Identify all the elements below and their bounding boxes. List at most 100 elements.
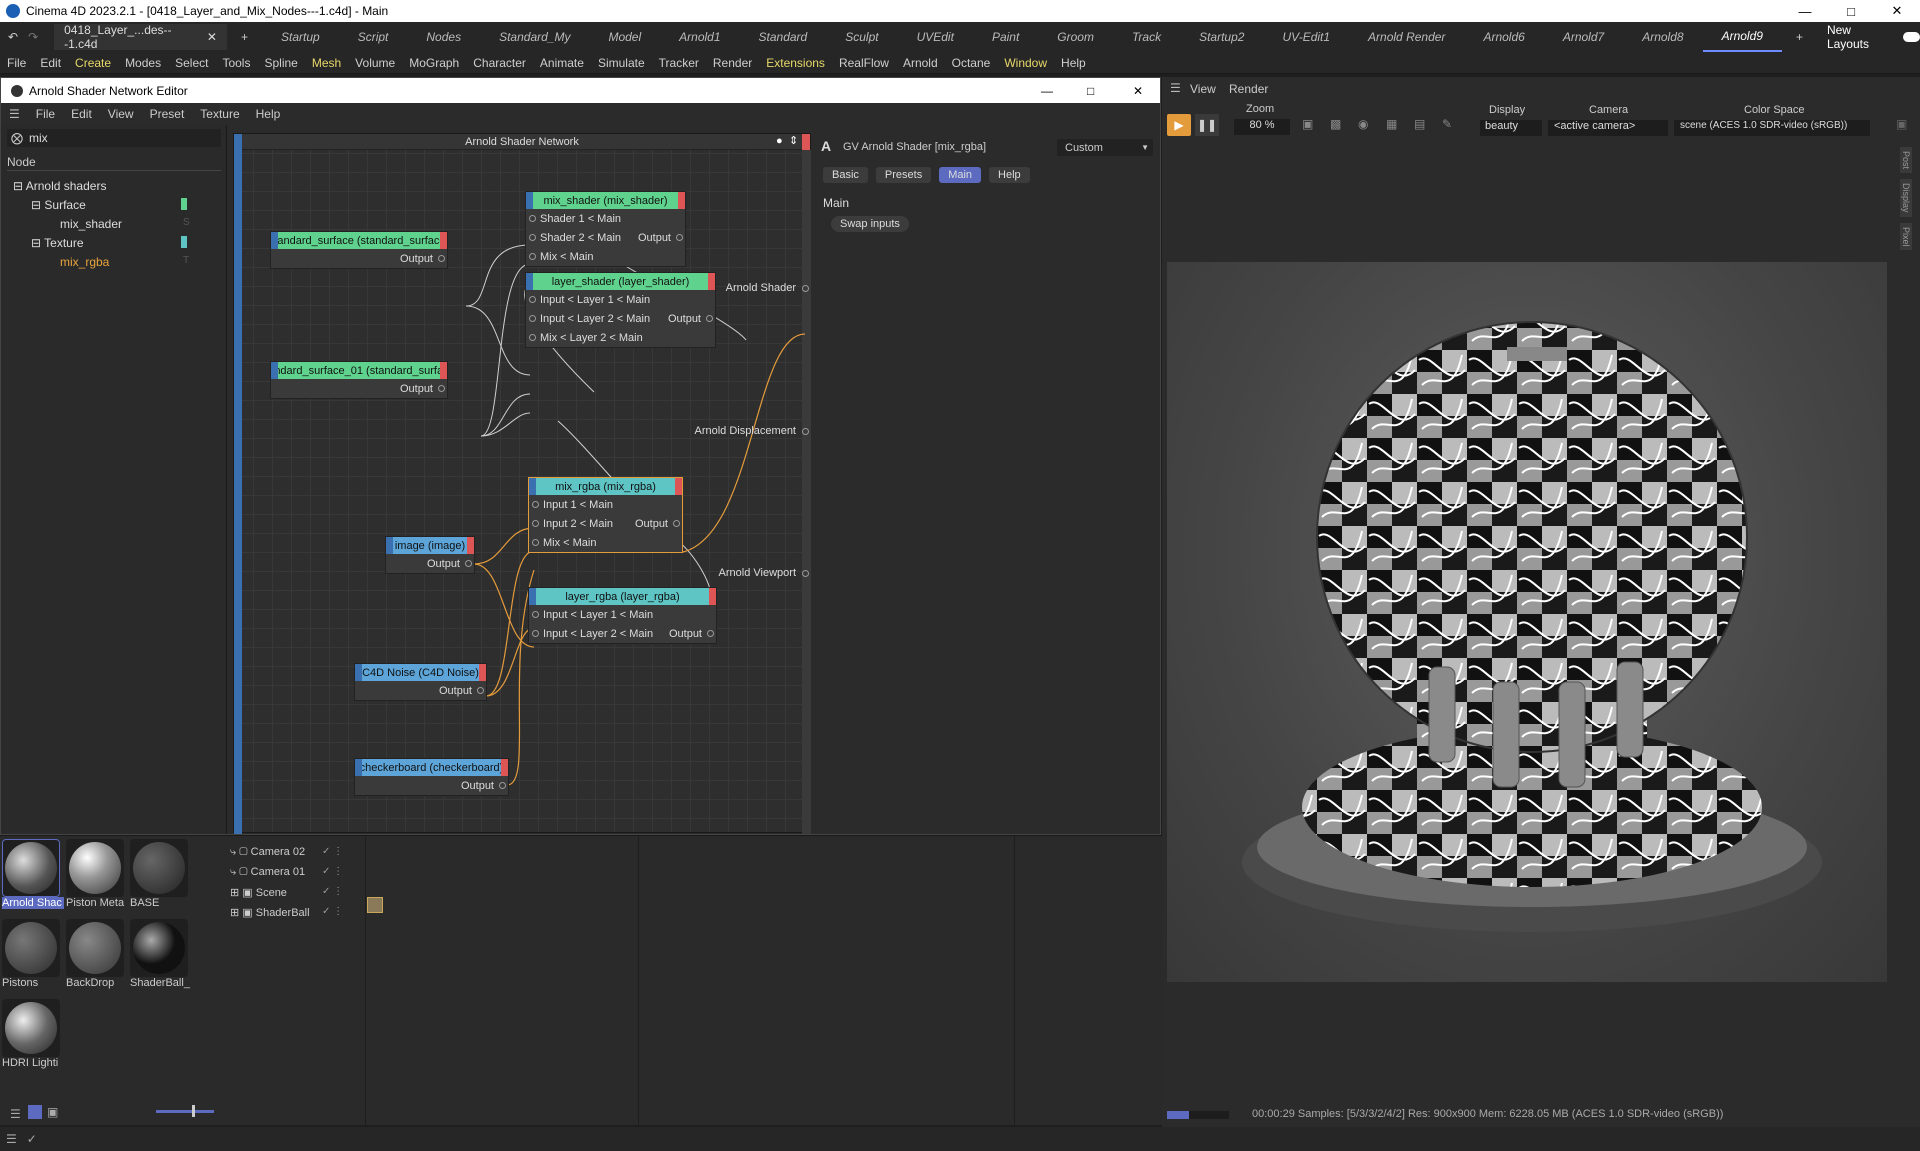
large-view-icon[interactable]: ▣ (47, 1105, 58, 1119)
node-title[interactable]: layer_rgba (layer_rgba) (529, 588, 716, 605)
output-port[interactable] (802, 285, 809, 292)
tree-item-mix-rgba[interactable]: mix_rgba (60, 255, 109, 269)
node-title[interactable]: layer_shader (layer_shader) (526, 273, 715, 290)
props-tab-presets[interactable]: Presets (875, 167, 932, 183)
layout-tab[interactable]: Standard (740, 22, 827, 52)
output-socket[interactable] (707, 630, 714, 637)
layout-tab[interactable]: Groom (1038, 22, 1113, 52)
layout-tab[interactable]: Standard_My (480, 22, 589, 52)
port-socket[interactable] (532, 520, 539, 527)
output-port-row[interactable]: Output (386, 554, 474, 573)
port-socket[interactable] (532, 611, 539, 618)
layout-tab[interactable]: Startup (262, 22, 339, 52)
status-check-icon[interactable]: ✓ (27, 1132, 37, 1146)
output-socket[interactable] (706, 315, 713, 322)
node-graph-canvas[interactable]: Arnold Shader Network ● ⇕ standard_surfa… (233, 133, 811, 834)
menu-help[interactable]: Help (1054, 56, 1093, 70)
node-layer-rgba[interactable]: layer_rgba (layer_rgba) Input < Layer 1 <… (528, 587, 717, 644)
visibility-icon[interactable]: ✓ ⋮ (322, 886, 343, 897)
input-port-row[interactable]: Input < Layer 2 < Main Output (526, 309, 715, 328)
material-thumbnail[interactable]: BackDrop (66, 919, 128, 989)
layout-toggle[interactable] (1902, 32, 1920, 42)
material-thumbnail[interactable]: Piston Meta (66, 839, 128, 909)
layout-tab[interactable]: Track (1113, 22, 1180, 52)
node-title[interactable]: C4D Noise (C4D Noise) (355, 664, 486, 681)
close-tab-icon[interactable]: ✕ (207, 30, 217, 44)
side-tab-pixel[interactable]: Pixel (1900, 222, 1912, 251)
menu-animate[interactable]: Animate (533, 56, 591, 70)
input-port-row[interactable]: Mix < Layer 2 < Main (526, 328, 715, 347)
port-socket[interactable] (532, 630, 539, 637)
menu-character[interactable]: Character (466, 56, 533, 70)
output-port[interactable] (802, 570, 809, 577)
output-socket[interactable] (673, 520, 680, 527)
new-layouts-button[interactable]: New Layouts (1827, 23, 1893, 51)
snapshot-icon[interactable]: ▣ (1302, 117, 1313, 131)
menu-arnold[interactable]: Arnold (896, 56, 945, 70)
editor-menu-view[interactable]: View (100, 107, 142, 121)
zoom-field[interactable]: 80 % (1234, 119, 1290, 135)
slider-handle[interactable] (192, 1105, 195, 1117)
node-title[interactable]: standard_surface (standard_surface) (271, 232, 447, 249)
input-port-row[interactable]: Input < Layer 1 < Main (529, 605, 716, 624)
layout-tab[interactable]: UV-Edit1 (1263, 22, 1349, 52)
layout-tab[interactable]: Script (339, 22, 408, 52)
material-thumbnail[interactable]: BASE (130, 839, 192, 909)
layout-tab[interactable]: Sculpt (826, 22, 897, 52)
props-tab-help[interactable]: Help (989, 167, 1030, 183)
layout-tab[interactable]: Arnold8 (1623, 22, 1702, 52)
node-title[interactable]: mix_shader (mix_shader) (526, 192, 685, 209)
menu-tools[interactable]: Tools (215, 56, 257, 70)
camera-snapshot-icon[interactable]: ▣ (1896, 117, 1907, 131)
list-view-icon[interactable]: ☰ (10, 1107, 21, 1121)
node-ss01[interactable]: standard_surface_01 (standard_surface) Ou… (270, 361, 448, 399)
layout-tab[interactable]: Paint (973, 22, 1038, 52)
menu-view[interactable]: View (1190, 82, 1216, 96)
material-thumbnail[interactable]: HDRI Lighti (2, 999, 64, 1069)
output-socket[interactable] (676, 234, 683, 241)
port-socket[interactable] (477, 687, 484, 694)
grid-view-icon[interactable] (28, 1105, 42, 1119)
props-tab-main[interactable]: Main (939, 167, 982, 183)
node-title[interactable]: standard_surface_01 (standard_surface) (271, 362, 447, 379)
region-icon[interactable]: ▩ (1330, 117, 1341, 131)
side-tab-post[interactable]: Post (1900, 147, 1912, 174)
visibility-icon[interactable]: ✓ ⋮ (322, 906, 343, 917)
menu-window[interactable]: Window (997, 56, 1054, 70)
material-thumbnail[interactable]: ShaderBall_ (130, 919, 192, 989)
input-port-row[interactable]: Input < Layer 1 < Main (526, 290, 715, 309)
port-socket[interactable] (529, 315, 536, 322)
port-socket[interactable] (438, 255, 445, 262)
layout-tab[interactable]: Startup2 (1180, 22, 1263, 52)
node-checker[interactable]: checkerboard (checkerboard) Output (354, 758, 509, 796)
brush-icon[interactable]: ✎ (1442, 117, 1452, 131)
editor-menu-help[interactable]: Help (248, 107, 289, 121)
menu-simulate[interactable]: Simulate (591, 56, 652, 70)
input-port-row[interactable]: Input 1 < Main (529, 495, 682, 514)
menu-spline[interactable]: Spline (257, 56, 304, 70)
menu-extensions[interactable]: Extensions (759, 56, 832, 70)
menu-create[interactable]: Create (68, 56, 118, 70)
port-socket[interactable] (529, 253, 536, 260)
viewport-menu-icon[interactable]: ☰ (1170, 81, 1181, 95)
output-port-row[interactable]: Output (355, 776, 508, 795)
visibility-icon[interactable]: ✓ ⋮ (322, 866, 343, 877)
crop-icon[interactable]: ▤ (1414, 117, 1425, 131)
port-socket[interactable] (529, 334, 536, 341)
tree-item-arnold-shaders[interactable]: ⊟ Arnold shaders (13, 179, 106, 193)
node-noise[interactable]: C4D Noise (C4D Noise) Output (354, 663, 487, 701)
node-ss[interactable]: standard_surface (standard_surface) Outpu… (270, 231, 448, 269)
port-socket[interactable] (532, 501, 539, 508)
layout-tab[interactable]: Arnold1 (660, 22, 739, 52)
menu-select[interactable]: Select (168, 56, 215, 70)
menu-modes[interactable]: Modes (118, 56, 168, 70)
close-icon[interactable]: ✕ (1874, 0, 1920, 22)
camera-dropdown[interactable]: <active camera> (1548, 120, 1668, 136)
editor-menu-edit[interactable]: Edit (63, 107, 100, 121)
material-thumbnail[interactable]: Arnold Shac (2, 839, 64, 909)
port-socket[interactable] (465, 560, 472, 567)
nodes-icon[interactable]: ▦ (1386, 117, 1397, 131)
visibility-icon[interactable]: ✓ ⋮ (322, 846, 343, 857)
props-tab-basic[interactable]: Basic (823, 167, 868, 183)
layout-tab[interactable]: Arnold9 (1702, 22, 1782, 52)
